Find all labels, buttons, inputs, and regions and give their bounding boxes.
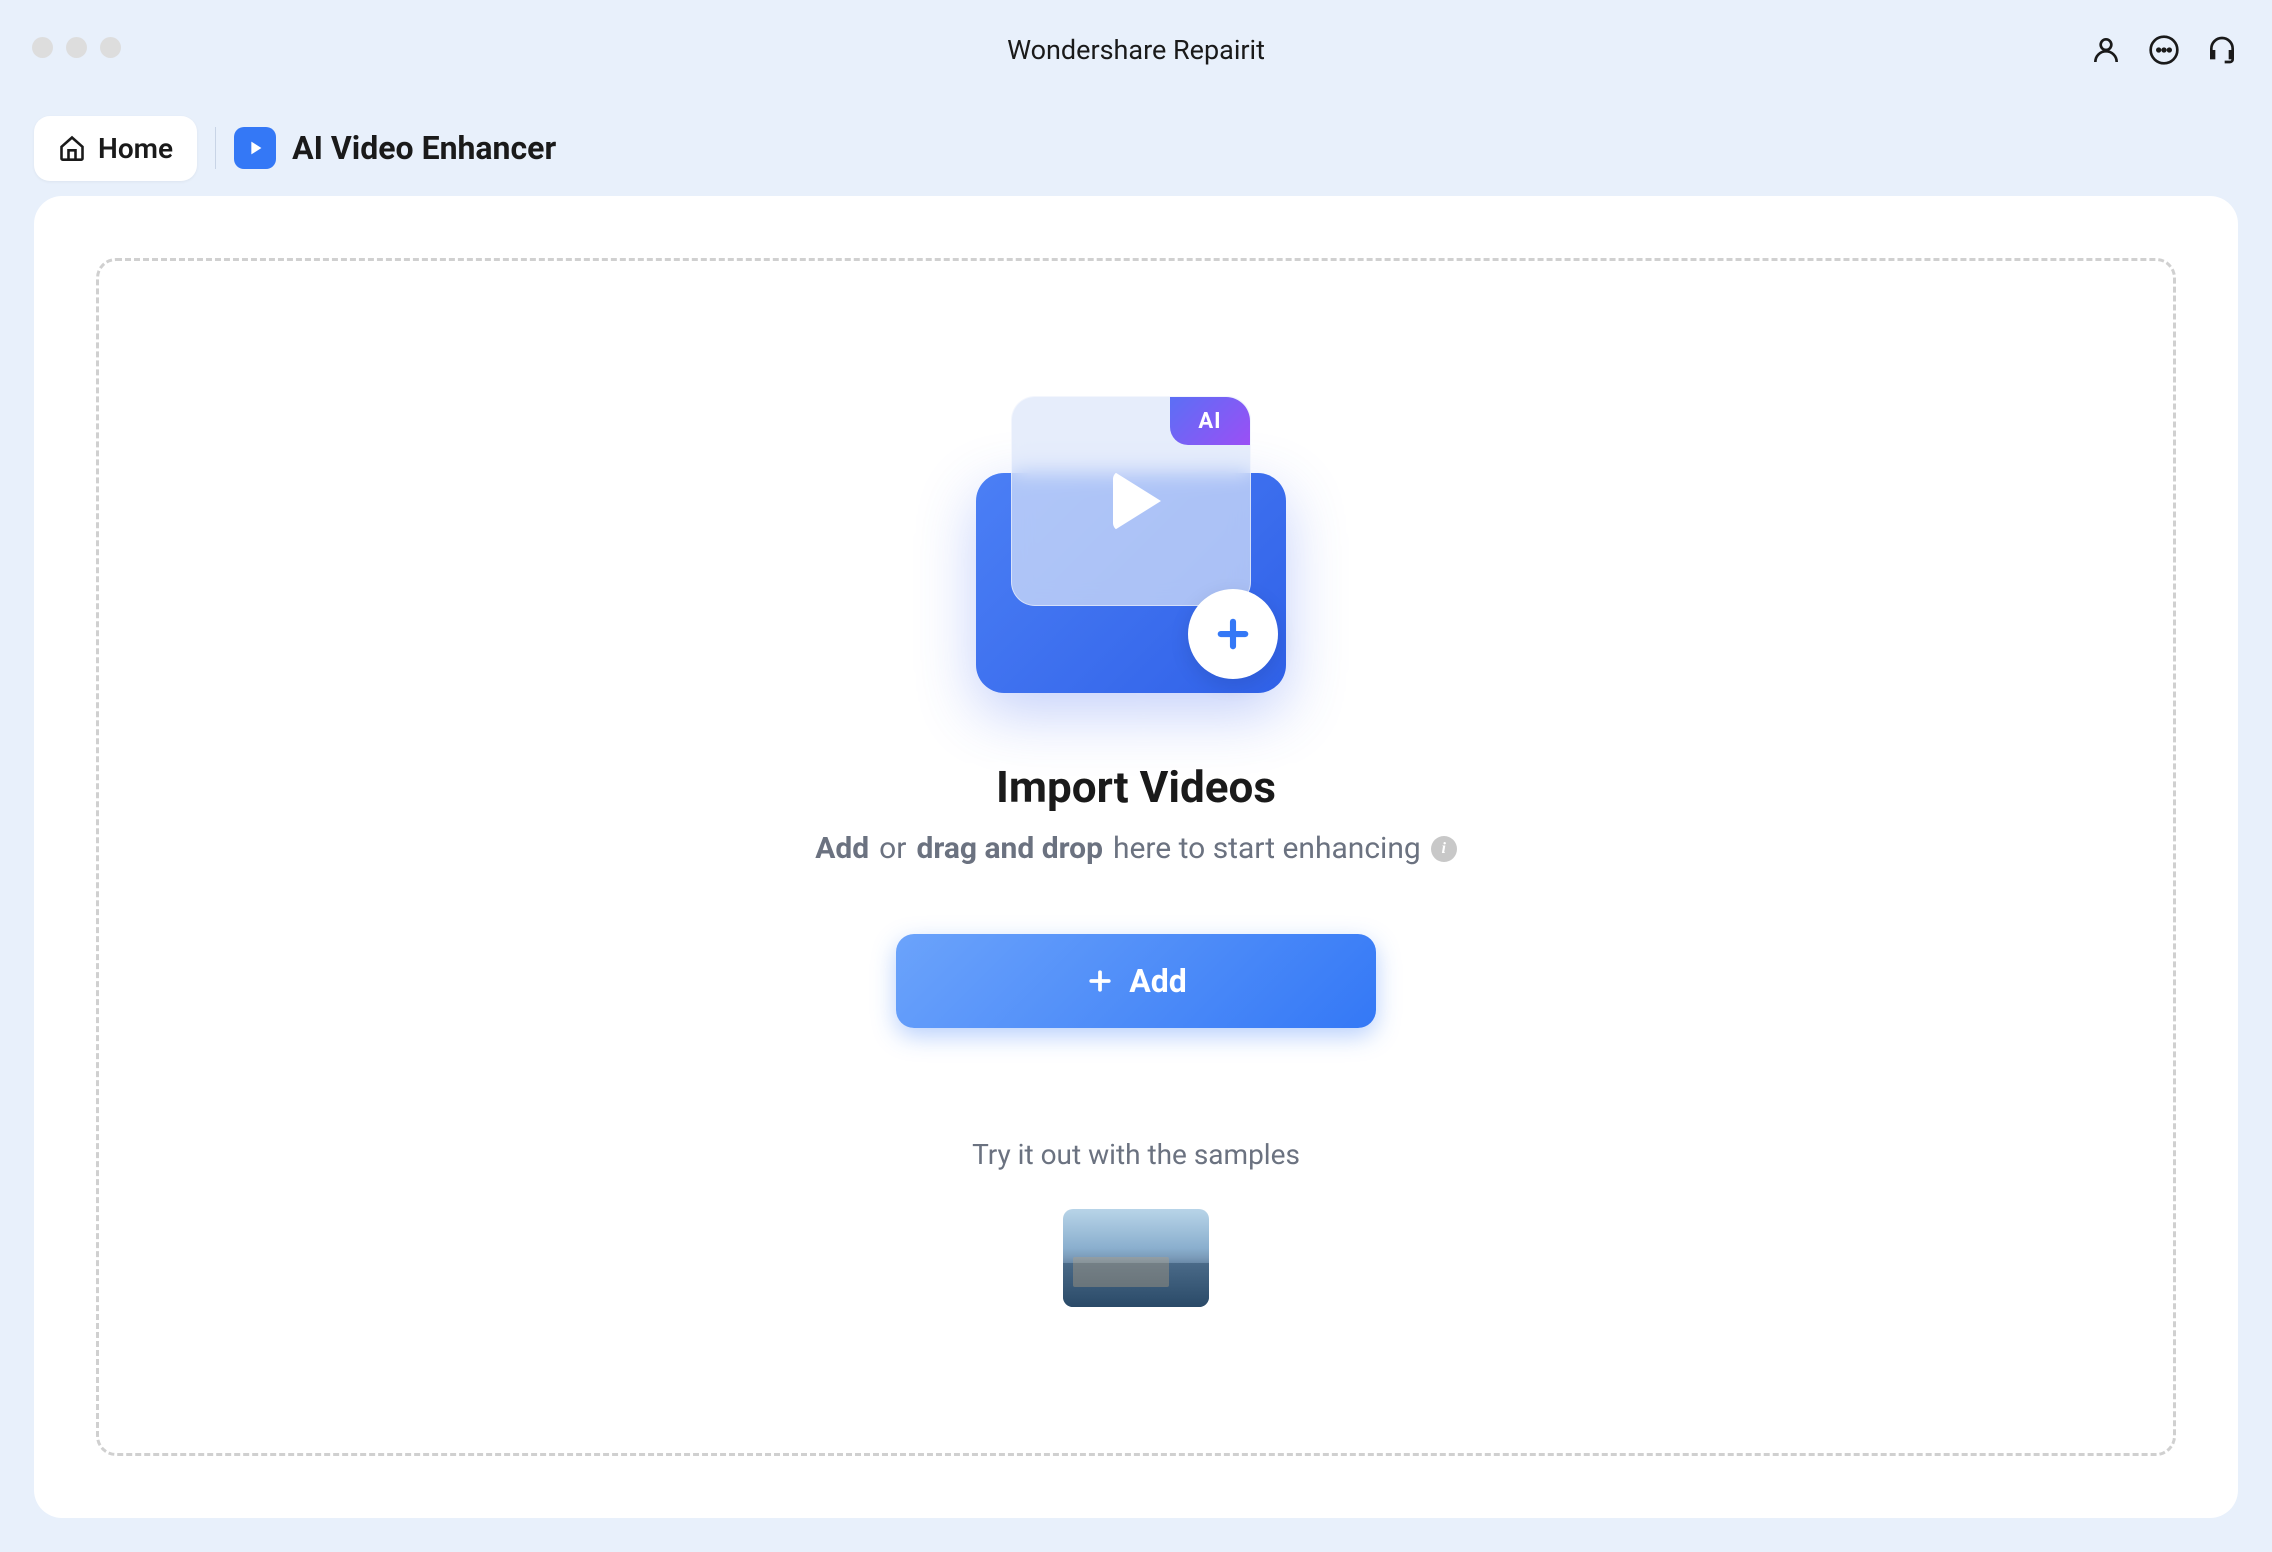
import-title: Import Videos [996,761,1276,813]
subtitle-add: Add [815,831,869,866]
chat-button[interactable] [2146,32,2182,68]
subtitle-or: or [879,831,906,866]
traffic-lights [32,37,121,58]
minimize-window-button[interactable] [66,37,87,58]
sample-video-thumbnail[interactable] [1063,1209,1209,1307]
drop-zone[interactable]: AI Import Videos Add or drag and drop he… [96,258,2176,1456]
import-subtitle: Add or drag and drop here to start enhan… [815,831,1457,866]
subtitle-drag: drag and drop [916,831,1103,866]
plus-circle-icon [1188,589,1278,679]
ai-badge: AI [1170,397,1250,445]
maximize-window-button[interactable] [100,37,121,58]
home-label: Home [98,132,173,165]
plus-icon [1085,966,1115,996]
subtitle-rest: here to start enhancing [1113,831,1421,866]
user-account-button[interactable] [2088,32,2124,68]
page-title: AI Video Enhancer [292,129,556,167]
app-window: Wondershare Repairit [0,0,2272,1552]
app-title: Wondershare Repairit [1007,34,1265,66]
breadcrumb-bar: Home AI Video Enhancer [0,100,2272,196]
breadcrumb-divider [215,127,216,169]
samples-label: Try it out with the samples [972,1138,1300,1171]
close-window-button[interactable] [32,37,53,58]
headset-icon [2206,34,2238,66]
chat-icon [2148,34,2180,66]
info-icon[interactable]: i [1431,836,1457,862]
main-panel: AI Import Videos Add or drag and drop he… [34,196,2238,1518]
play-icon [1113,471,1161,531]
support-button[interactable] [2204,32,2240,68]
video-enhancer-icon [234,127,276,169]
add-button[interactable]: Add [896,934,1376,1028]
titlebar-actions [2088,32,2240,68]
breadcrumb-current: AI Video Enhancer [234,127,556,169]
home-button[interactable]: Home [34,116,197,181]
titlebar: Wondershare Repairit [0,0,2272,100]
video-card-front-icon: AI [1011,396,1251,606]
import-hero-graphic: AI [976,381,1296,701]
home-icon [58,134,86,162]
add-button-label: Add [1129,962,1187,1000]
user-icon [2090,34,2122,66]
